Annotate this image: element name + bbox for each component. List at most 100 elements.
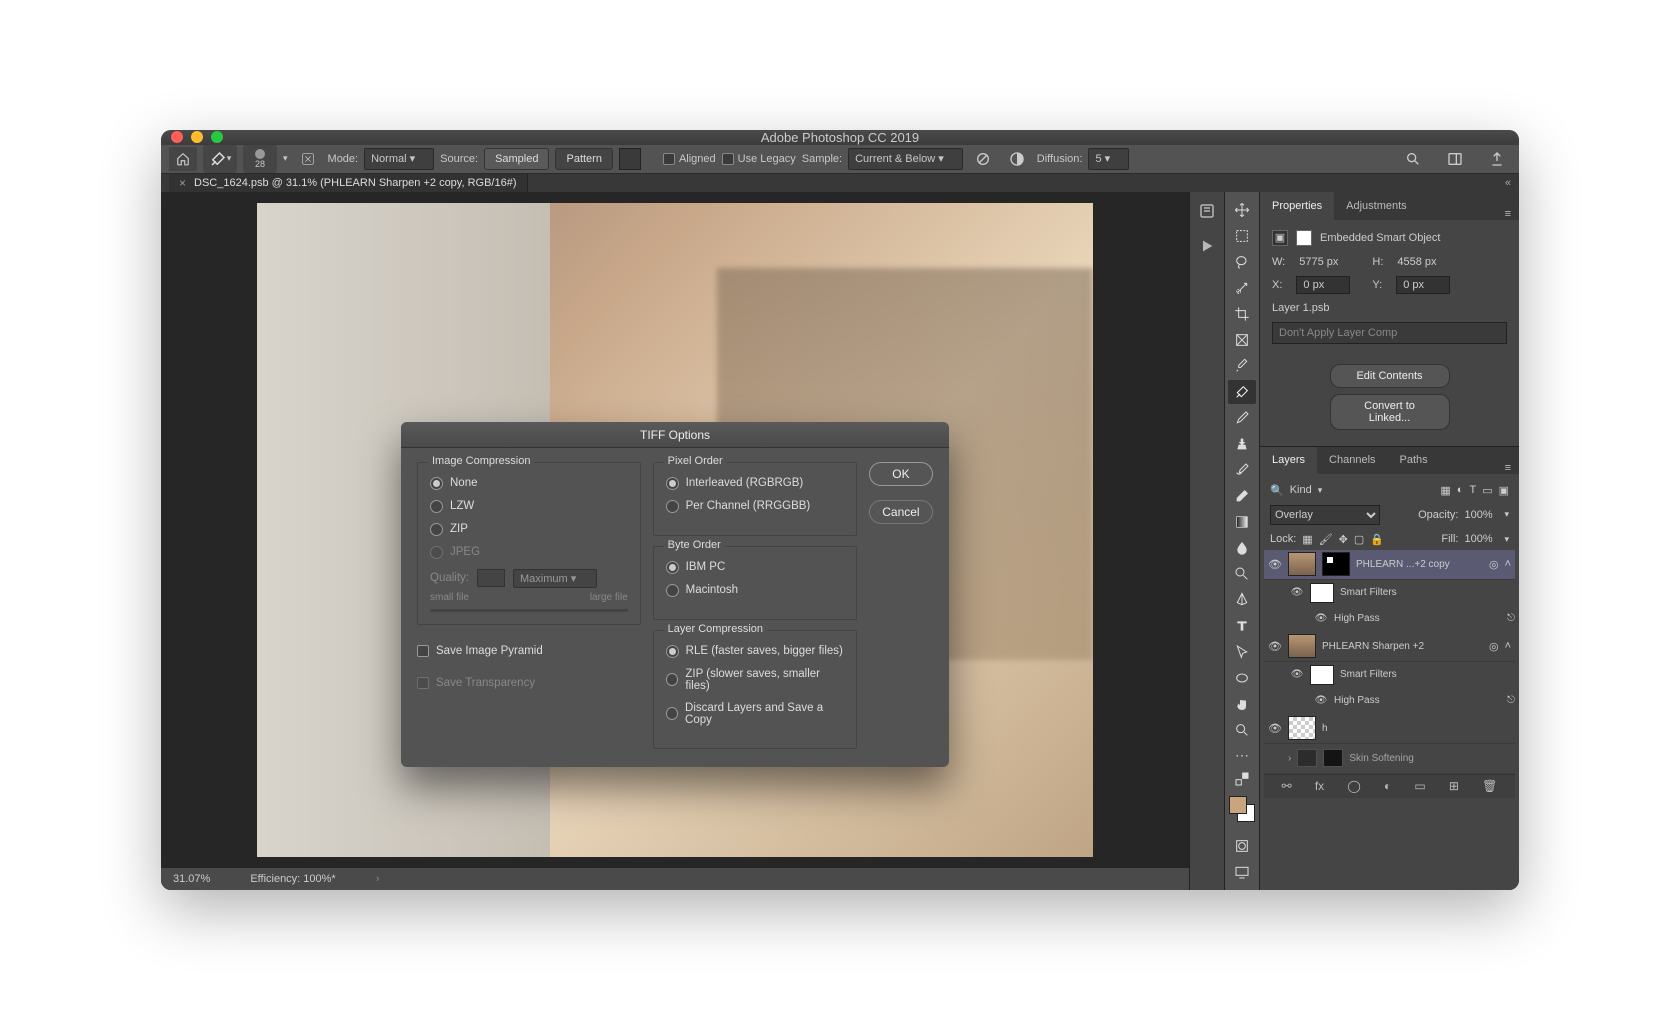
- layer-thumbnail[interactable]: [1288, 716, 1316, 740]
- rle-radio[interactable]: [666, 645, 679, 658]
- actions-play-icon[interactable]: [1199, 238, 1215, 254]
- pressure-size-button[interactable]: [1003, 147, 1031, 171]
- zip-layers-radio[interactable]: [666, 673, 679, 686]
- filter-blending-icon[interactable]: ⎋: [1507, 613, 1515, 624]
- brush-settings-button[interactable]: [294, 147, 322, 171]
- pattern-picker[interactable]: [619, 148, 641, 170]
- screen-mode-button[interactable]: [1228, 860, 1256, 884]
- quick-mask-button[interactable]: [1228, 834, 1256, 858]
- history-brush-tool[interactable]: [1228, 458, 1256, 482]
- layer-mask-thumbnail[interactable]: [1322, 552, 1350, 576]
- quick-selection-tool[interactable]: [1228, 276, 1256, 300]
- layer-style-button[interactable]: fx: [1315, 779, 1324, 793]
- close-tab-button[interactable]: ×: [179, 176, 186, 190]
- cancel-button[interactable]: Cancel: [869, 500, 933, 524]
- layers-panel-menu[interactable]: ≡: [1505, 462, 1519, 474]
- lock-all-icon[interactable]: 🔒: [1370, 533, 1384, 546]
- layer-smart-filters-row[interactable]: 👁 Smart Filters: [1264, 662, 1515, 688]
- source-sampled-button[interactable]: Sampled: [484, 148, 549, 170]
- ignore-adjustment-toggle[interactable]: [969, 147, 997, 171]
- filter-adjustment-icon[interactable]: ◐: [1457, 484, 1464, 497]
- x-input[interactable]: 0 px: [1296, 276, 1350, 294]
- layer-thumbnail[interactable]: [1288, 634, 1316, 658]
- lock-transparency-icon[interactable]: ▦: [1302, 533, 1312, 546]
- shape-tool[interactable]: [1228, 666, 1256, 690]
- layer-visibility-toggle[interactable]: 👁: [1268, 640, 1282, 653]
- source-pattern-button[interactable]: Pattern: [555, 148, 612, 170]
- foreground-color-swatch[interactable]: [1229, 796, 1247, 814]
- diffusion-select[interactable]: 5 ▾: [1088, 148, 1129, 170]
- smart-filters-badge-icon[interactable]: ◎: [1489, 558, 1499, 571]
- pen-tool[interactable]: [1228, 588, 1256, 612]
- layer-row[interactable]: › Skin Softening: [1264, 744, 1515, 774]
- ok-button[interactable]: OK: [869, 462, 933, 486]
- window-close-button[interactable]: [171, 131, 183, 143]
- filter-smart-icon[interactable]: ▣: [1499, 484, 1509, 497]
- filter-pixel-icon[interactable]: ▦: [1440, 484, 1450, 497]
- marquee-tool[interactable]: [1228, 224, 1256, 248]
- hand-tool[interactable]: [1228, 692, 1256, 716]
- smart-filters-badge-icon[interactable]: ◎: [1489, 640, 1499, 653]
- filter-visibility-toggle[interactable]: 👁: [1290, 587, 1304, 598]
- layer-visibility-toggle[interactable]: 👁: [1268, 722, 1282, 735]
- fill-input[interactable]: 100%: [1464, 533, 1498, 545]
- filter-visibility-toggle[interactable]: 👁: [1314, 695, 1328, 706]
- ibm-pc-radio[interactable]: [666, 561, 679, 574]
- gradient-tool[interactable]: [1228, 510, 1256, 534]
- compression-lzw-radio[interactable]: [430, 500, 443, 513]
- healing-brush-tool[interactable]: [1228, 380, 1256, 404]
- frame-tool[interactable]: [1228, 328, 1256, 352]
- history-icon[interactable]: [1198, 202, 1216, 220]
- properties-panel-menu[interactable]: ≡: [1505, 208, 1519, 220]
- aligned-checkbox[interactable]: [663, 153, 675, 165]
- compression-zip-radio[interactable]: [430, 523, 443, 536]
- add-mask-button[interactable]: ◯: [1347, 779, 1360, 793]
- blend-mode-select[interactable]: Overlay: [1270, 505, 1380, 525]
- mode-select[interactable]: Normal ▾: [364, 148, 434, 170]
- swap-colors-button[interactable]: [1228, 770, 1256, 788]
- expand-toggle-icon[interactable]: ˄: [1505, 640, 1511, 652]
- zoom-tool[interactable]: [1228, 718, 1256, 742]
- tab-paths[interactable]: Paths: [1388, 447, 1440, 474]
- discard-layers-radio[interactable]: [666, 707, 678, 720]
- lock-artboard-icon[interactable]: ▢: [1354, 533, 1364, 546]
- home-button[interactable]: [169, 147, 197, 171]
- document-tab[interactable]: × DSC_1624.psb @ 31.1% (PHLEARN Sharpen …: [169, 174, 528, 192]
- move-tool[interactable]: [1228, 198, 1256, 222]
- delete-layer-button[interactable]: 🗑: [1482, 779, 1497, 793]
- interleaved-radio[interactable]: [666, 477, 679, 490]
- layer-row[interactable]: 👁 PHLEARN Sharpen +2 ◎ ˄: [1264, 632, 1515, 662]
- new-group-button[interactable]: ▭: [1414, 779, 1425, 793]
- filter-shape-icon[interactable]: ▭: [1482, 484, 1492, 497]
- layer-smart-filters-row[interactable]: 👁 Smart Filters: [1264, 580, 1515, 606]
- efficiency-display[interactable]: Efficiency: 100%*: [250, 873, 335, 885]
- brush-preset[interactable]: 28: [243, 145, 277, 173]
- share-button[interactable]: [1483, 147, 1511, 171]
- zoom-percentage[interactable]: 31.07%: [173, 873, 210, 885]
- eyedropper-tool[interactable]: [1228, 354, 1256, 378]
- filter-visibility-toggle[interactable]: 👁: [1314, 613, 1328, 624]
- new-adjustment-button[interactable]: ◐: [1384, 779, 1391, 793]
- layer-filter-item[interactable]: 👁 High Pass ⎋: [1264, 606, 1515, 632]
- filter-blending-icon[interactable]: ⎋: [1507, 695, 1515, 706]
- brush-tool[interactable]: [1228, 406, 1256, 430]
- layer-filter-item[interactable]: 👁 High Pass ⎋: [1264, 688, 1515, 714]
- tab-properties[interactable]: Properties: [1260, 192, 1334, 220]
- eraser-tool[interactable]: [1228, 484, 1256, 508]
- y-input[interactable]: 0 px: [1396, 276, 1450, 294]
- type-tool[interactable]: [1228, 614, 1256, 638]
- color-swatches[interactable]: [1229, 796, 1255, 822]
- convert-to-linked-button[interactable]: Convert to Linked...: [1330, 394, 1450, 430]
- tab-channels[interactable]: Channels: [1317, 447, 1387, 474]
- window-zoom-button[interactable]: [211, 131, 223, 143]
- save-image-pyramid-checkbox[interactable]: [417, 645, 429, 657]
- layer-visibility-toggle[interactable]: 👁: [1268, 558, 1282, 571]
- link-layers-button[interactable]: ⚯: [1282, 779, 1292, 793]
- compression-none-radio[interactable]: [430, 477, 443, 490]
- filter-type-icon[interactable]: T: [1469, 484, 1476, 497]
- workspace-button[interactable]: [1441, 147, 1469, 171]
- tab-layers[interactable]: Layers: [1260, 447, 1317, 474]
- tool-preset-picker[interactable]: ▾: [203, 145, 237, 173]
- tab-adjustments[interactable]: Adjustments: [1334, 192, 1419, 220]
- search-button[interactable]: [1399, 147, 1427, 171]
